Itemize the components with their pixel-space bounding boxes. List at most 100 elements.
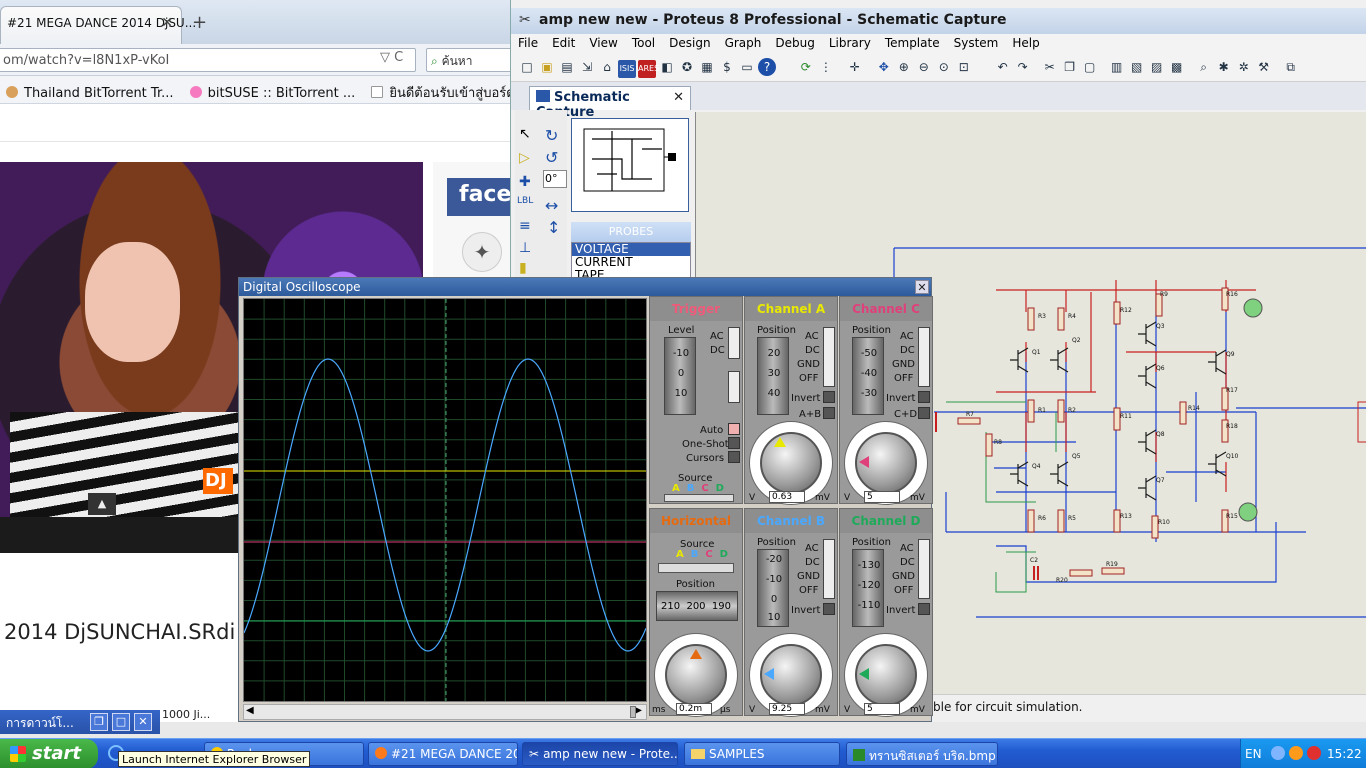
subcircuit-icon[interactable]: ▮ (519, 260, 527, 276)
gerber-icon[interactable]: ✪ (678, 58, 696, 76)
redo-icon[interactable]: ↷ (1014, 58, 1032, 76)
trigger-source-slider[interactable] (664, 494, 734, 502)
menu-design[interactable]: Design (662, 34, 717, 52)
make-device-icon[interactable]: ✱ (1215, 58, 1233, 76)
block-copy-icon[interactable]: ▥ (1108, 58, 1126, 76)
package-icon[interactable]: ✲ (1235, 58, 1253, 76)
label-mode-icon[interactable]: LBL (517, 196, 533, 206)
horizontal-position-scale[interactable]: 210 200 190 (656, 591, 738, 621)
block-move-icon[interactable]: ▧ (1128, 58, 1146, 76)
new-tab-button[interactable]: + (192, 12, 207, 33)
save-icon[interactable]: ▤ (558, 58, 576, 76)
menu-library[interactable]: Library (822, 34, 878, 52)
paste-icon[interactable]: ▢ (1081, 58, 1099, 76)
start-button[interactable]: start (0, 739, 98, 768)
dollar-icon[interactable]: $ (718, 58, 736, 76)
rotate-cw-icon[interactable]: ↻ (545, 126, 558, 145)
trigger-coupling-switch[interactable] (728, 327, 740, 359)
facebook-logo[interactable]: faceb (447, 178, 512, 216)
menu-view[interactable]: View (582, 34, 624, 52)
close-tab-icon[interactable]: ✕ (161, 15, 173, 31)
pan-icon[interactable]: ✥ (875, 58, 893, 76)
maximize-icon[interactable]: □ (112, 713, 130, 731)
channel-c-invert-toggle[interactable] (918, 391, 930, 403)
menu-graph[interactable]: Graph (718, 34, 769, 52)
channel-c-coupling-switch[interactable] (918, 327, 930, 387)
video-title[interactable]: 2014 DjSUNCHAI.SRdi (4, 620, 235, 644)
source-icon[interactable]: ▭ (738, 58, 756, 76)
refresh-icon[interactable]: ⟳ (797, 58, 815, 76)
bus-mode-icon[interactable]: ⊥ (519, 240, 531, 256)
auto-toggle[interactable] (728, 423, 740, 435)
component-mode-icon[interactable]: ▷ (519, 150, 530, 166)
menu-edit[interactable]: Edit (545, 34, 582, 52)
help-icon[interactable]: ? (758, 58, 776, 76)
zoom-in-icon[interactable]: ⊕ (895, 58, 913, 76)
selection-mode-icon[interactable]: ↖ (519, 126, 531, 142)
wire-icon[interactable]: ⧉ (1282, 58, 1300, 76)
search-input[interactable]: ⌕ ค้นหา (426, 48, 512, 72)
channel-b-invert-toggle[interactable] (823, 603, 835, 615)
block-delete-icon[interactable]: ▩ (1168, 58, 1186, 76)
pcb-icon[interactable]: ARES (638, 60, 659, 78)
download-mini-window[interactable]: การดาวน์โ... ❐ □ ✕ (0, 710, 160, 734)
pick-icon[interactable]: ⌕ (1195, 58, 1213, 76)
menu-system[interactable]: System (947, 34, 1006, 52)
tray-app-icon[interactable] (1289, 746, 1303, 760)
channel-c-position-scale[interactable]: -50 -40 -30 (852, 337, 884, 415)
decompose-icon[interactable]: ⚒ (1255, 58, 1273, 76)
channel-a-volts-knob[interactable] (760, 432, 822, 494)
restore-icon[interactable]: ❐ (90, 713, 108, 731)
channel-d-position-scale[interactable]: -130 -120 -110 (852, 549, 884, 627)
firefox-tab[interactable]: #21 MEGA DANCE 2014 DjSU... ✕ (0, 6, 196, 44)
copy-icon[interactable]: ❐ (1061, 58, 1079, 76)
language-indicator[interactable]: EN (1245, 747, 1262, 761)
origin-icon[interactable]: ✛ (846, 58, 864, 76)
scroll-left-icon[interactable]: ◀ (246, 705, 254, 716)
horizontal-source-slider[interactable] (658, 563, 734, 573)
zoom-out-icon[interactable]: ⊖ (915, 58, 933, 76)
bookmark-item[interactable]: bitSUSE :: BitTorrent ... (184, 80, 362, 107)
scroll-thumb[interactable] (630, 706, 636, 718)
trigger-edge-switch[interactable] (728, 371, 740, 403)
undo-icon[interactable]: ↶ (994, 58, 1012, 76)
new-file-icon[interactable]: □ (518, 58, 536, 76)
menu-help[interactable]: Help (1005, 34, 1046, 52)
grid-icon[interactable]: ⋮ (817, 58, 835, 76)
taskbar-item-firefox[interactable]: #21 MEGA DANCE 20... (368, 742, 518, 766)
close-icon[interactable]: ✕ (915, 280, 929, 294)
3d-icon[interactable]: ◧ (658, 58, 676, 76)
close-tab-icon[interactable]: ✕ (673, 90, 684, 105)
import-icon[interactable]: ⇲ (578, 58, 596, 76)
channel-a-position-scale[interactable]: 20 30 40 (757, 337, 789, 415)
scope-scrollbar[interactable]: ◀ ▶ (243, 704, 647, 720)
channel-a-coupling-switch[interactable] (823, 327, 835, 387)
text-script-icon[interactable]: ≡ (519, 218, 531, 234)
url-bar[interactable]: om/watch?v=l8N1xP-vKoI (0, 48, 416, 72)
overview-window[interactable] (571, 118, 689, 212)
reload-icon[interactable]: ▽ C (380, 50, 403, 65)
schematic-icon[interactable]: ISIS (618, 60, 636, 78)
bookmark-item[interactable]: Thailand BitTorrent Tr... (0, 80, 180, 107)
taskbar-item-image[interactable]: ทรานซิสเตอร์ บริด.bmp... (846, 742, 998, 766)
zoom-area-icon[interactable]: ⊡ (955, 58, 973, 76)
channel-a-combine-toggle[interactable] (823, 407, 835, 419)
block-rotate-icon[interactable]: ▨ (1148, 58, 1166, 76)
bookmark-item[interactable]: ยินดีต้อนรับเข้าสู่บอร์ดรำ... (365, 76, 512, 109)
menu-debug[interactable]: Debug (768, 34, 821, 52)
rotation-input[interactable]: 0° (543, 170, 567, 188)
cut-icon[interactable]: ✂ (1041, 58, 1059, 76)
open-folder-icon[interactable]: ▣ (538, 58, 556, 76)
close-icon[interactable]: ✕ (134, 713, 152, 731)
rotate-ccw-icon[interactable]: ↺ (545, 148, 558, 167)
menu-template[interactable]: Template (878, 34, 947, 52)
home-icon[interactable]: ⌂ (598, 58, 616, 76)
expand-up-icon[interactable]: ▲ (88, 493, 116, 515)
bom-icon[interactable]: ▦ (698, 58, 716, 76)
cursors-toggle[interactable] (728, 451, 740, 463)
mirror-x-icon[interactable]: ↔ (545, 196, 558, 215)
menu-tool[interactable]: Tool (625, 34, 662, 52)
taskbar-item-proteus[interactable]: ✂ amp new new - Prote... (522, 742, 678, 766)
taskbar-item-samples[interactable]: SAMPLES (684, 742, 840, 766)
mirror-y-icon[interactable]: ↕ (547, 218, 560, 237)
